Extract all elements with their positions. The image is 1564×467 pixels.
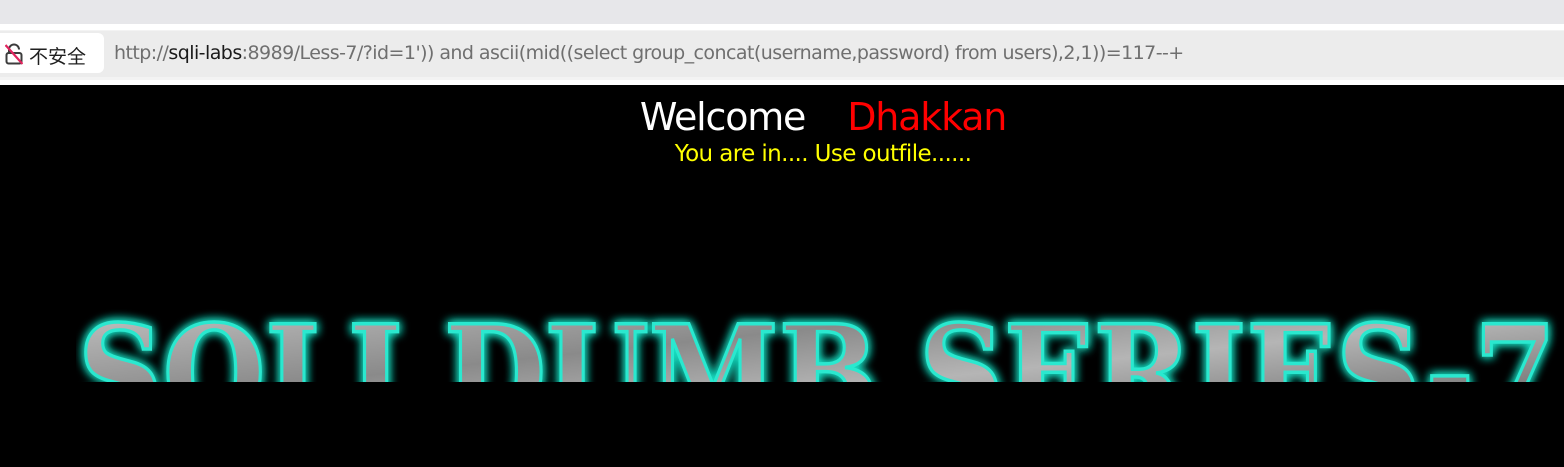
welcome-heading: Welcome Dhakkan	[0, 95, 1564, 139]
status-message: You are in.... Use outfile......	[674, 141, 972, 167]
series-banner-logo: SQLI DUMB SERIES-7	[76, 295, 1558, 382]
url-path: :8989/Less-7/?id=1')) and ascii(mid((sel…	[241, 42, 1185, 64]
url-host: sqli-labs	[168, 42, 242, 64]
unlocked-warning-icon	[5, 43, 23, 65]
banner-text: SQLI DUMB SERIES-7	[78, 297, 1556, 382]
security-indicator-button[interactable]: 不安全	[0, 33, 104, 73]
welcome-word: Welcome	[639, 95, 807, 139]
browser-chrome: 不安全 http://sqli-labs:8989/Less-7/?id=1')…	[0, 0, 1564, 85]
url-field[interactable]: http://sqli-labs:8989/Less-7/?id=1')) an…	[114, 42, 1184, 64]
user-name: Dhakkan	[847, 95, 1007, 139]
tab-strip	[0, 0, 1564, 24]
address-bar[interactable]: 不安全 http://sqli-labs:8989/Less-7/?id=1')…	[0, 31, 1564, 77]
url-scheme: http://	[114, 42, 169, 64]
security-label: 不安全	[29, 46, 87, 68]
